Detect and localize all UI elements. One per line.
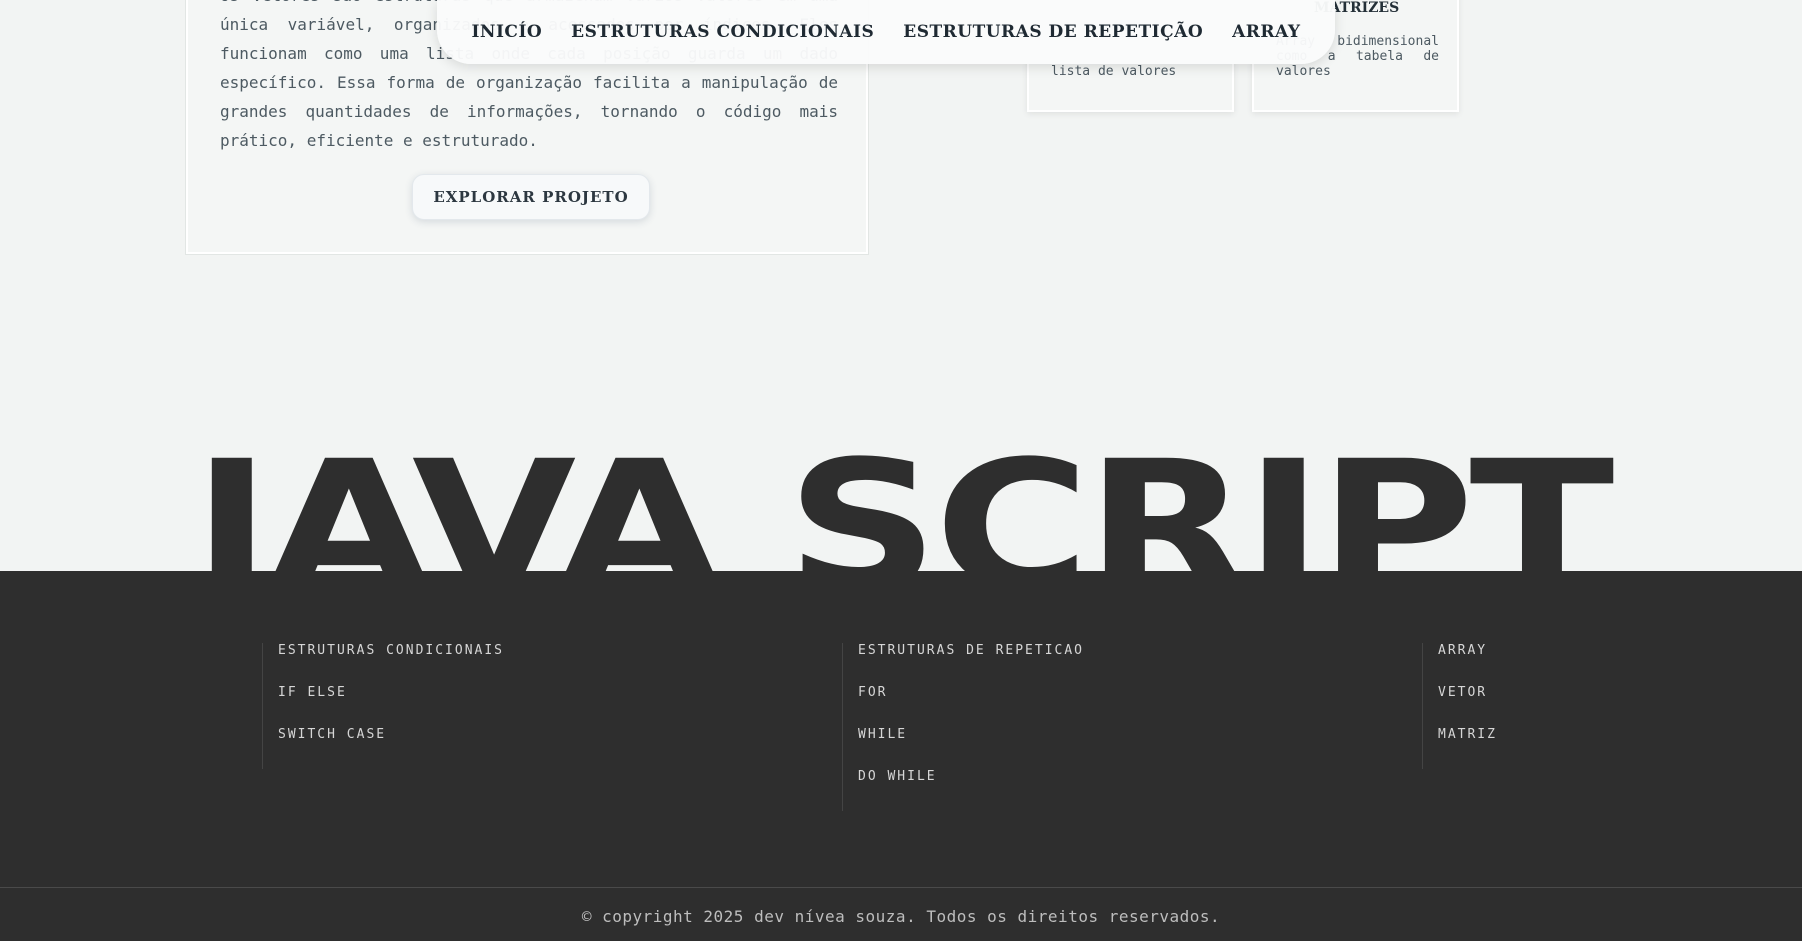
footer-link[interactable]: ESTRUTURAS DE REPETICAO <box>858 643 1084 685</box>
footer-link[interactable]: WHILE <box>858 727 1084 769</box>
top-navbar: INICÍO ESTRUTURAS CONDICIONAIS ESTRUTURA… <box>437 0 1335 64</box>
nav-link-estruturas-de-repeticao[interactable]: ESTRUTURAS DE REPETIÇÃO <box>903 22 1203 42</box>
footer-link[interactable]: IF ELSE <box>278 685 504 727</box>
footer-link[interactable]: ESTRUTURAS CONDICIONAIS <box>278 643 504 685</box>
footer-column-array: ARRAY VETOR MATRIZ <box>1422 643 1497 769</box>
card-description: lista de valores <box>1051 64 1177 79</box>
footer-link[interactable]: DO WHILE <box>858 769 1084 811</box>
nav-link-estruturas-condicionais[interactable]: ESTRUTURAS CONDICIONAIS <box>571 22 874 42</box>
explore-project-button[interactable]: EXPLORAR PROJETO <box>412 174 650 220</box>
footer-column-repeticao: ESTRUTURAS DE REPETICAO FOR WHILE DO WHI… <box>842 643 1084 811</box>
footer-link[interactable]: VETOR <box>1438 685 1497 727</box>
footer: ESTRUTURAS CONDICIONAIS IF ELSE SWITCH C… <box>0 571 1802 941</box>
nav-link-array[interactable]: ARRAY <box>1232 22 1300 42</box>
footer-column-condicionais: ESTRUTURAS CONDICIONAIS IF ELSE SWITCH C… <box>262 643 504 769</box>
footer-link[interactable]: ARRAY <box>1438 643 1497 685</box>
footer-divider <box>0 887 1802 888</box>
copyright-text: © copyright 2025 dev nívea souza. Todos … <box>581 907 1221 926</box>
nav-link-inicio[interactable]: INICÍO <box>471 22 542 42</box>
footer-link[interactable]: SWITCH CASE <box>278 727 504 769</box>
footer-link[interactable]: MATRIZ <box>1438 727 1497 769</box>
footer-link[interactable]: FOR <box>858 685 1084 727</box>
